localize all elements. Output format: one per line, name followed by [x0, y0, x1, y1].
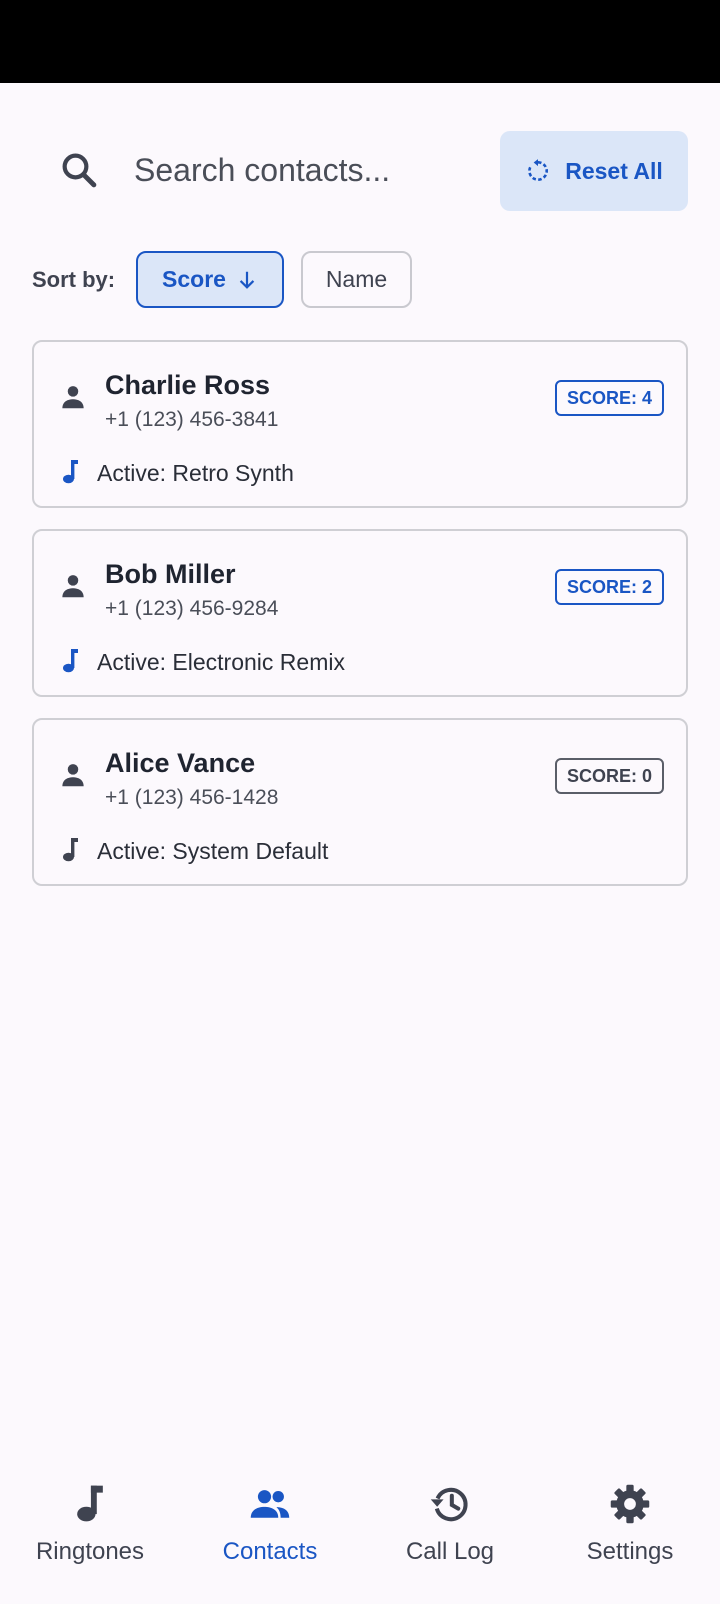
search-bar: Reset All	[0, 131, 720, 211]
sort-label: Sort by:	[32, 267, 116, 292]
reset-all-button[interactable]: Reset All	[500, 131, 688, 211]
arrow-down-icon	[239, 271, 255, 289]
search-input[interactable]	[134, 141, 474, 199]
score-badge: SCORE: 2	[554, 569, 664, 605]
sort-name-label: Name	[325, 266, 388, 292]
music-note-icon	[77, 1485, 103, 1522]
nav-label: Ringtones	[35, 1538, 145, 1565]
nav-item-settings[interactable]: Settings	[540, 1458, 720, 1604]
contact-phone: +1 (123) 456-3841	[105, 408, 279, 431]
bottom-navigation: Ringtones Contacts Call Log Settings	[0, 1458, 720, 1604]
nav-item-contacts[interactable]: Contacts	[180, 1458, 360, 1604]
nav-label: Call Log	[405, 1538, 495, 1565]
active-ringtone: Active: Electronic Remix	[97, 649, 345, 675]
search-icon	[62, 153, 97, 188]
nav-label: Contacts	[222, 1538, 318, 1565]
history-icon	[430, 1487, 468, 1522]
gear-icon	[610, 1484, 650, 1524]
person-icon	[62, 575, 84, 598]
active-ringtone: Active: System Default	[97, 838, 329, 864]
people-icon	[250, 1490, 290, 1518]
sort-score-label: Score	[162, 266, 226, 292]
music-note-icon	[63, 838, 78, 862]
nav-label: Settings	[586, 1538, 674, 1565]
score-badge: SCORE: 4	[554, 380, 664, 416]
contact-phone: +1 (123) 456-1428	[105, 786, 279, 809]
person-icon	[62, 386, 84, 409]
contact-card[interactable]: Bob Miller +1 (123) 456-9284 SCORE: 2 Ac…	[32, 529, 688, 697]
score-badge: SCORE: 0	[554, 758, 664, 794]
reset-icon	[528, 159, 549, 181]
contact-card[interactable]: Alice Vance +1 (123) 456-1428 SCORE: 0 A…	[32, 718, 688, 886]
contact-name: Charlie Ross	[105, 370, 271, 400]
reset-all-label: Reset All	[565, 157, 663, 184]
contact-card[interactable]: Charlie Ross +1 (123) 456-3841 SCORE: 4 …	[32, 340, 688, 508]
person-icon	[62, 764, 84, 787]
music-note-icon	[63, 460, 78, 484]
status-bar	[0, 0, 720, 83]
music-note-icon	[63, 649, 78, 673]
sort-score-chip[interactable]: Score	[136, 251, 284, 308]
active-ringtone: Active: Retro Synth	[97, 460, 294, 486]
nav-item-call-log[interactable]: Call Log	[360, 1458, 540, 1604]
sort-controls: Sort by: Score Name	[32, 251, 692, 309]
sort-name-chip[interactable]: Name	[301, 251, 412, 308]
contact-name: Bob Miller	[105, 559, 236, 589]
contact-name: Alice Vance	[105, 748, 256, 778]
contact-phone: +1 (123) 456-9284	[105, 597, 279, 620]
nav-item-ringtones[interactable]: Ringtones	[0, 1458, 180, 1604]
